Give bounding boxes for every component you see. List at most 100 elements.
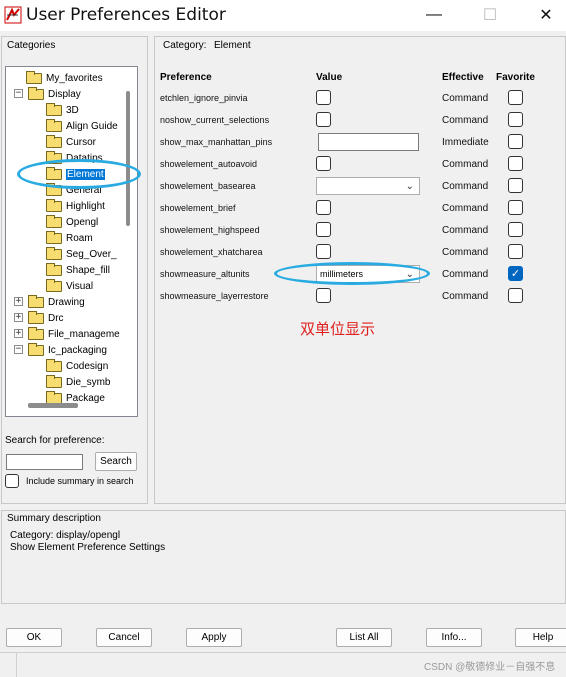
- status-divider: [16, 653, 17, 677]
- favorite-checkbox[interactable]: [508, 288, 523, 303]
- tree-item[interactable]: My_favorites: [26, 70, 103, 86]
- help-button[interactable]: Help: [515, 628, 566, 647]
- chevron-down-icon: ⌄: [405, 181, 414, 192]
- folder-icon: [46, 246, 62, 260]
- tree-expander[interactable]: +: [14, 297, 23, 306]
- tree-item[interactable]: Seg_Over_: [46, 246, 117, 262]
- tree-item-label: Highlight: [66, 200, 105, 212]
- tree-item[interactable]: File_manageme: [28, 326, 120, 342]
- category-label: Category:: [163, 40, 207, 51]
- value-checkbox[interactable]: [316, 156, 331, 171]
- preference-column-header: Preference: [160, 72, 212, 83]
- tree-item[interactable]: Roam: [46, 230, 93, 246]
- value-column-header: Value: [316, 72, 343, 83]
- folder-icon: [46, 214, 62, 228]
- favorite-checkbox[interactable]: [508, 156, 523, 171]
- tree-expander[interactable]: −: [14, 89, 23, 98]
- tree-item[interactable]: Shape_fill: [46, 262, 110, 278]
- favorite-checkbox[interactable]: [508, 200, 523, 215]
- value-checkbox[interactable]: [316, 222, 331, 237]
- tree-item[interactable]: Align Guide: [46, 118, 118, 134]
- apply-button[interactable]: Apply: [186, 628, 242, 647]
- favorite-checkbox[interactable]: [508, 266, 523, 281]
- favorite-checkbox[interactable]: [508, 134, 523, 149]
- tree-item-label: Align Guide: [66, 120, 118, 132]
- preference-name: showelement_basearea: [160, 181, 256, 191]
- ok-button[interactable]: OK: [6, 628, 62, 647]
- favorite-checkbox[interactable]: [508, 222, 523, 237]
- tree-item-label: Opengl: [66, 216, 99, 228]
- app-icon: [4, 6, 22, 24]
- tree-item[interactable]: Ic_packaging: [28, 342, 107, 358]
- window-title: User Preferences Editor: [26, 5, 226, 25]
- tree-expander[interactable]: −: [14, 345, 23, 354]
- annotation-text: 双单位显示: [300, 320, 376, 338]
- highlight-ellipse-altunits: [274, 262, 430, 285]
- tree-item[interactable]: Cursor: [46, 134, 96, 150]
- folder-icon: [28, 86, 44, 100]
- tree-item[interactable]: Codesign: [46, 358, 108, 374]
- effective-column-header: Effective: [442, 72, 484, 83]
- tree-expander[interactable]: +: [14, 313, 23, 322]
- tree-item-label: Drawing: [48, 296, 85, 308]
- tree-item-label: Roam: [66, 232, 93, 244]
- tree-item[interactable]: Opengl: [46, 214, 98, 230]
- value-checkbox[interactable]: [316, 112, 331, 127]
- search-label: Search for preference:: [5, 435, 105, 446]
- tree-expander[interactable]: +: [14, 329, 23, 338]
- value-checkbox[interactable]: [316, 244, 331, 259]
- category-tree[interactable]: My_favorites − Display 3D Align Guide Cursor D…: [5, 66, 138, 417]
- watermark: CSDN @敬德修业－自强不息: [424, 662, 556, 673]
- tree-item[interactable]: Display: [28, 86, 81, 102]
- value-checkbox[interactable]: [316, 288, 331, 303]
- summary-panel: [1, 510, 566, 604]
- favorite-checkbox[interactable]: [508, 244, 523, 259]
- folder-icon: [46, 230, 62, 244]
- value-checkbox[interactable]: [316, 90, 331, 105]
- tree-horizontal-scrollbar[interactable]: [28, 403, 78, 408]
- summary-label: Summary description: [7, 513, 101, 524]
- tree-item[interactable]: Die_symb: [46, 374, 110, 390]
- categories-label: Categories: [7, 40, 56, 51]
- preference-name: showelement_xhatcharea: [160, 247, 263, 257]
- tree-item-label: Codesign: [66, 360, 109, 372]
- folder-icon: [46, 374, 62, 388]
- tree-item[interactable]: Highlight: [46, 198, 105, 214]
- folder-icon: [46, 198, 62, 212]
- folder-icon: [46, 262, 62, 276]
- category-value: Element: [214, 40, 251, 51]
- include-summary-checkbox[interactable]: [5, 474, 19, 488]
- tree-item-label: Die_symb: [66, 376, 111, 388]
- cancel-button[interactable]: Cancel: [96, 628, 152, 647]
- favorite-checkbox[interactable]: [508, 178, 523, 193]
- tree-vertical-scrollbar[interactable]: [126, 91, 130, 226]
- favorite-checkbox[interactable]: [508, 90, 523, 105]
- search-button[interactable]: Search: [95, 452, 137, 471]
- value-dropdown[interactable]: ⌄: [316, 177, 420, 195]
- close-button[interactable]: ✕: [526, 2, 566, 28]
- summary-category: Category: display/opengl: [10, 530, 121, 541]
- list-all-button[interactable]: List All: [336, 628, 392, 647]
- folder-icon: [46, 278, 62, 292]
- tree-item[interactable]: Visual: [46, 278, 93, 294]
- preference-name: show_max_manhattan_pins: [160, 137, 273, 147]
- tree-item-label: Ic_packaging: [48, 344, 107, 356]
- info-button[interactable]: Info...: [426, 628, 482, 647]
- folder-icon: [46, 102, 62, 116]
- folder-icon: [46, 134, 62, 148]
- effective-value: Immediate: [442, 137, 489, 148]
- favorite-checkbox[interactable]: [508, 112, 523, 127]
- maximize-button[interactable]: ☐: [470, 2, 510, 28]
- value-checkbox[interactable]: [316, 200, 331, 215]
- folder-icon: [46, 390, 62, 404]
- tree-item[interactable]: 3D: [46, 102, 79, 118]
- value-text-input[interactable]: [318, 133, 419, 151]
- effective-value: Command: [442, 159, 489, 170]
- preference-name: showelement_autoavoid: [160, 159, 258, 169]
- search-input[interactable]: [6, 454, 83, 470]
- minimize-button[interactable]: —: [414, 2, 454, 28]
- tree-item[interactable]: Drawing: [28, 294, 85, 310]
- tree-item[interactable]: Drc: [28, 310, 64, 326]
- tree-item-label: Package: [66, 392, 105, 404]
- effective-value: Command: [442, 181, 489, 192]
